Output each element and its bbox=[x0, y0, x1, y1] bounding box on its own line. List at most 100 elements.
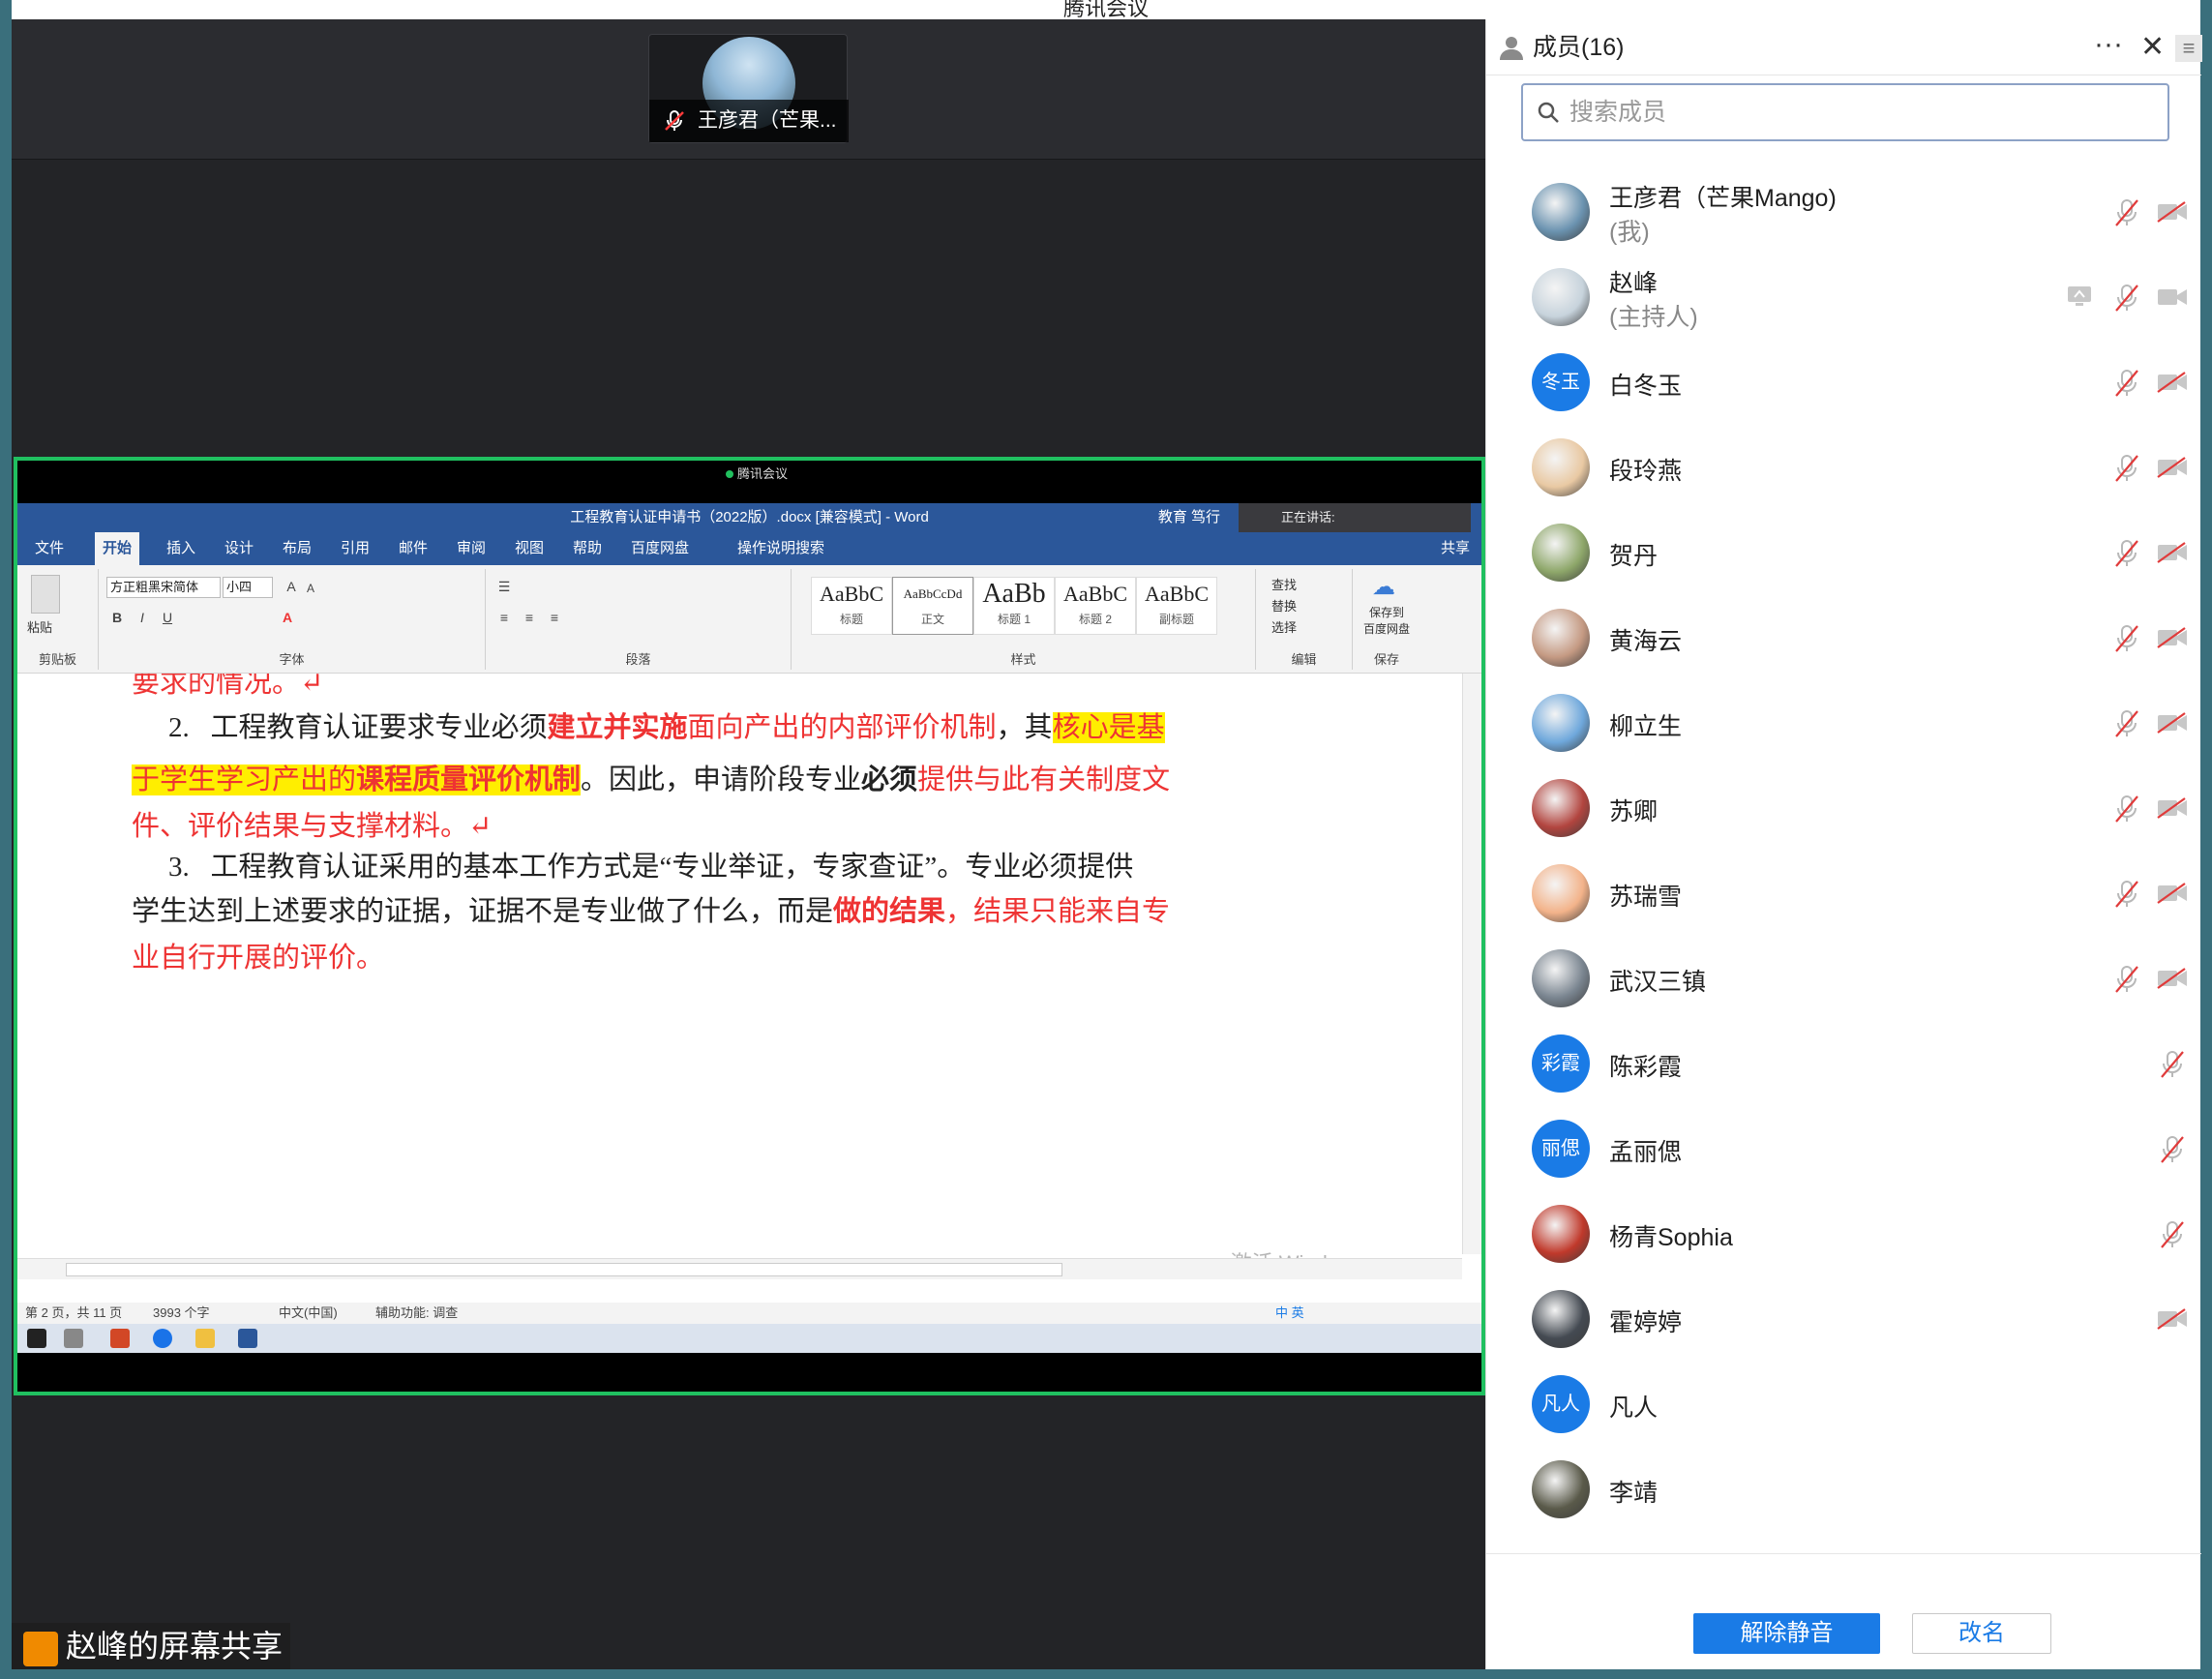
camera-off-icon[interactable] bbox=[2156, 796, 2189, 820]
tab-help[interactable]: 帮助 bbox=[565, 532, 610, 565]
video-tile-name: 王彦君（芒果... bbox=[698, 109, 837, 132]
powerpoint-icon[interactable] bbox=[110, 1329, 130, 1348]
camera-off-icon[interactable] bbox=[2156, 882, 2189, 905]
member-row[interactable]: 柳立生 bbox=[1486, 680, 2201, 765]
align-center-icon[interactable]: ≡ bbox=[521, 610, 538, 625]
close-icon[interactable]: ✕ bbox=[2140, 19, 2165, 75]
member-row[interactable]: 贺丹 bbox=[1486, 510, 2201, 595]
speaking-indicator: 正在讲话: bbox=[1239, 503, 1471, 532]
mic-muted-icon[interactable] bbox=[2113, 965, 2140, 994]
camera-off-icon[interactable] bbox=[2156, 200, 2189, 224]
horizontal-scrollbar[interactable] bbox=[17, 1258, 1462, 1279]
menu-icon[interactable]: ≡ bbox=[2175, 35, 2202, 62]
camera-off-icon[interactable] bbox=[2156, 626, 2189, 649]
replace-button[interactable]: 替换 bbox=[1271, 596, 1297, 615]
grow-font-icon[interactable]: A bbox=[283, 579, 300, 594]
camera-off-icon[interactable] bbox=[2156, 456, 2189, 479]
member-name: 赵峰 bbox=[1609, 270, 1659, 297]
member-row[interactable]: 霍婷婷 bbox=[1486, 1276, 2201, 1362]
mic-muted-icon[interactable] bbox=[2113, 454, 2140, 483]
member-row[interactable]: 丽偲 孟丽偲 bbox=[1486, 1106, 2201, 1191]
align-left-icon[interactable]: ≡ bbox=[495, 610, 513, 625]
select-button[interactable]: 选择 bbox=[1271, 617, 1297, 636]
rename-button[interactable]: 改名 bbox=[1912, 1613, 2051, 1654]
video-strip: 王彦君（芒果... bbox=[12, 19, 1485, 160]
edit-group-label: 编辑 bbox=[1291, 652, 1317, 667]
video-tile[interactable]: 王彦君（芒果... bbox=[648, 34, 849, 143]
mic-muted-icon[interactable] bbox=[2113, 880, 2140, 909]
style-subtitle[interactable]: AaBbC 副标题 bbox=[1136, 577, 1217, 635]
member-row[interactable]: 苏卿 bbox=[1486, 765, 2201, 851]
member-row[interactable]: 王彦君（芒果Mango) (我) bbox=[1486, 169, 2201, 255]
tab-baidu[interactable]: 百度网盘 bbox=[623, 532, 697, 565]
tab-file[interactable]: 文件 bbox=[27, 532, 72, 565]
unmute-all-button[interactable]: 解除静音 bbox=[1693, 1613, 1880, 1654]
file-explorer-icon[interactable] bbox=[195, 1329, 215, 1348]
member-row[interactable]: 彩霞 陈彩霞 bbox=[1486, 1021, 2201, 1106]
paste-icon[interactable] bbox=[31, 575, 60, 614]
align-right-icon[interactable]: ≡ bbox=[546, 610, 563, 625]
tab-view[interactable]: 视图 bbox=[507, 532, 552, 565]
style-normal[interactable]: AaBbCcDd 正文 bbox=[892, 577, 973, 635]
tab-search[interactable]: 操作说明搜索 bbox=[730, 532, 832, 565]
font-color-icon[interactable]: A bbox=[279, 610, 296, 625]
find-button[interactable]: 查找 bbox=[1271, 575, 1297, 593]
italic-icon[interactable]: I bbox=[134, 610, 151, 625]
tab-review[interactable]: 审阅 bbox=[449, 532, 493, 565]
style-title[interactable]: AaBbC 标题 bbox=[811, 577, 892, 635]
camera-icon[interactable] bbox=[2156, 285, 2189, 309]
style-heading1[interactable]: AaBb 标题 1 bbox=[973, 577, 1055, 635]
avatar: 丽偲 bbox=[1532, 1120, 1590, 1178]
font-name-select[interactable]: 方正粗黑宋简体 bbox=[106, 577, 221, 598]
member-row[interactable]: 凡人 凡人 bbox=[1486, 1362, 2201, 1447]
avatar: 凡人 bbox=[1532, 1375, 1590, 1433]
camera-off-icon[interactable] bbox=[2156, 967, 2189, 990]
camera-off-icon[interactable] bbox=[2156, 1307, 2189, 1331]
mic-muted-icon[interactable] bbox=[2113, 709, 2140, 738]
member-row[interactable]: 苏瑞雪 bbox=[1486, 851, 2201, 936]
baidu-cloud-icon[interactable]: ☁ bbox=[1364, 573, 1403, 602]
word-icon[interactable] bbox=[238, 1329, 257, 1348]
mic-muted-icon[interactable] bbox=[2159, 1050, 2186, 1079]
mic-muted-icon[interactable] bbox=[2159, 1135, 2186, 1164]
mic-muted-icon[interactable] bbox=[2159, 1220, 2186, 1249]
document-canvas[interactable]: 要求的情况。↵ 2. 工程教育认证要求专业必须建立并实施面向产出的内部评价机制，… bbox=[17, 674, 1481, 1303]
member-name: 武汉三镇 bbox=[1609, 969, 1707, 996]
camera-off-icon[interactable] bbox=[2156, 711, 2189, 735]
bold-icon[interactable]: B bbox=[108, 610, 126, 625]
word-share-button[interactable]: 共享 bbox=[1441, 532, 1470, 565]
windows-start-icon[interactable] bbox=[27, 1329, 46, 1348]
member-search-input[interactable]: 搜索成员 bbox=[1521, 83, 2169, 141]
browser-icon[interactable] bbox=[153, 1329, 172, 1348]
mic-muted-icon[interactable] bbox=[2113, 198, 2140, 227]
tab-insert[interactable]: 插入 bbox=[159, 532, 203, 565]
tab-layout[interactable]: 布局 bbox=[275, 532, 319, 565]
mic-muted-icon[interactable] bbox=[2113, 795, 2140, 824]
more-options-icon[interactable]: ··· bbox=[2094, 19, 2123, 70]
shrink-font-icon[interactable]: A bbox=[302, 581, 319, 596]
member-row[interactable]: 武汉三镇 bbox=[1486, 936, 2201, 1021]
task-view-icon[interactable] bbox=[64, 1329, 83, 1348]
mic-muted-icon[interactable] bbox=[2113, 284, 2140, 313]
mic-muted-icon[interactable] bbox=[2113, 539, 2140, 568]
font-group: 方正粗黑宋简体 小四 B I U A A A 字体 bbox=[99, 569, 486, 670]
bullets-icon[interactable]: ☰ bbox=[495, 579, 513, 594]
member-row[interactable]: 杨青Sophia bbox=[1486, 1191, 2201, 1276]
tab-references[interactable]: 引用 bbox=[333, 532, 377, 565]
camera-off-icon[interactable] bbox=[2156, 371, 2189, 394]
tab-mailings[interactable]: 邮件 bbox=[391, 532, 435, 565]
member-row[interactable]: 冬玉 白冬玉 bbox=[1486, 340, 2201, 425]
member-row[interactable]: 赵峰 (主持人) bbox=[1486, 255, 2201, 340]
mic-muted-icon[interactable] bbox=[2113, 624, 2140, 653]
style-heading2[interactable]: AaBbC 标题 2 bbox=[1055, 577, 1136, 635]
camera-off-icon[interactable] bbox=[2156, 541, 2189, 564]
font-size-select[interactable]: 小四 bbox=[223, 577, 273, 598]
underline-icon[interactable]: U bbox=[159, 610, 176, 625]
member-row[interactable]: 黄海云 bbox=[1486, 595, 2201, 680]
tab-home[interactable]: 开始 bbox=[95, 532, 140, 565]
vertical-scrollbar[interactable] bbox=[1462, 674, 1481, 1254]
mic-muted-icon[interactable] bbox=[2113, 369, 2140, 398]
member-row[interactable]: 段玲燕 bbox=[1486, 425, 2201, 510]
member-row[interactable]: 李靖 bbox=[1486, 1447, 2201, 1532]
tab-design[interactable]: 设计 bbox=[217, 532, 261, 565]
